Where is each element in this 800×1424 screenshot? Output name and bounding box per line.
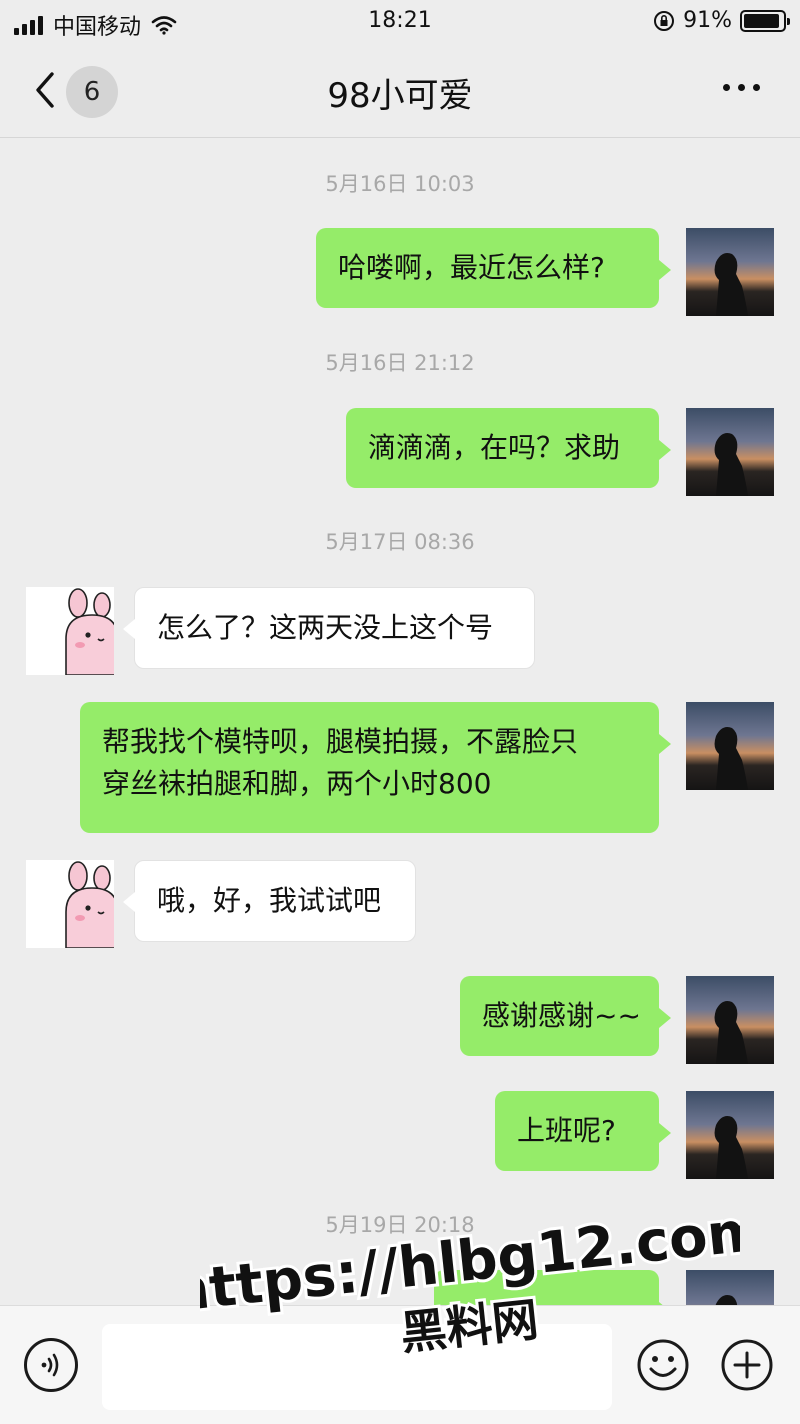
my-avatar[interactable] [686,1091,774,1179]
contact-avatar[interactable] [26,587,114,675]
message-bubble-sent[interactable]: 哈喽啊，最近怎么样? [316,228,671,308]
orientation-lock-icon [654,10,675,31]
message-input[interactable] [102,1324,612,1410]
message-line: 帮我找个模特呗，腿模拍摄，不露脸只 [102,725,579,758]
battery-fill [744,13,779,28]
message-bubble-sent[interactable]: 帮我找个模特呗，腿模拍摄，不露脸只 穿丝袜拍腿和脚，两个小时800 [80,702,671,833]
message-bubble-received[interactable]: 哦，好，我试试吧 [123,860,416,942]
my-avatar[interactable] [686,1270,774,1305]
plus-icon[interactable] [720,1338,774,1392]
chat-area[interactable]: 5月16日 10:03 哈喽啊，最近怎么样? 5月16日 21:12 滴滴滴，在… [0,139,800,1305]
message-bubble-sent[interactable]: 感谢感谢~~ [460,976,671,1056]
contact-avatar[interactable] [26,860,114,948]
chat-title: 98小可爱 [327,76,473,116]
emoji-icon[interactable] [636,1338,690,1392]
status-bar: 中国移动 18:21 91% [0,0,800,44]
more-options-icon[interactable] [723,84,760,91]
message-bubble-received[interactable]: 怎么了？这两天没上这个号 [123,587,535,669]
timestamp: 5月19日 20:18 [325,1213,475,1237]
battery-icon [740,9,790,32]
my-avatar[interactable] [686,702,774,790]
battery-percent: 91% [683,8,732,33]
message-line: 穿丝袜拍腿和脚，两个小时800 [102,767,492,800]
my-avatar[interactable] [686,408,774,496]
chat-header: 6 98小可爱 [0,44,800,138]
timestamp: 5月16日 21:12 [325,351,475,375]
voice-input-button[interactable] [24,1338,78,1392]
message-bubble-sent[interactable]: 滴滴滴，在吗？求助 [346,408,671,488]
message-bubble-sent-partial[interactable] [434,1270,671,1305]
status-right: 91% [653,8,790,33]
my-avatar[interactable] [686,976,774,1064]
input-bar [0,1305,800,1424]
timestamp: 5月16日 10:03 [325,172,475,196]
timestamp: 5月17日 08:36 [325,530,475,554]
voice-icon [41,1353,59,1377]
message-bubble-sent[interactable]: 上班呢? [495,1091,671,1171]
my-avatar[interactable] [686,228,774,316]
